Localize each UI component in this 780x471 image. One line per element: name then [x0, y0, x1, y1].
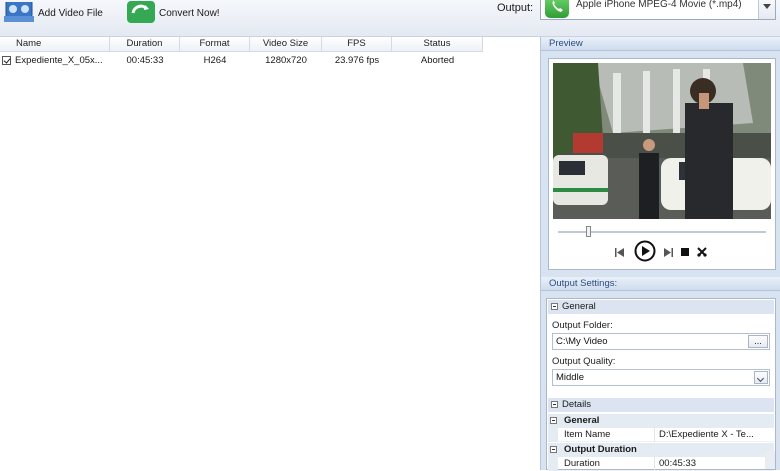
browse-button[interactable]: ... — [748, 335, 768, 348]
output-format-value: Apple iPhone MPEG-4 Movie (*.mp4) — [576, 0, 742, 10]
snapshot-icon[interactable] — [695, 244, 709, 260]
category-label: Output Duration — [564, 444, 637, 455]
output-quality-label: Output Quality: — [552, 356, 616, 367]
cell-fps: 23.976 fps — [334, 55, 380, 66]
details-group-label: Details — [562, 399, 592, 410]
output-quality-value: Middle — [556, 372, 584, 383]
output-folder-label: Output Folder: — [552, 320, 613, 331]
property-row-duration[interactable]: Duration 00:45:33 — [548, 457, 774, 471]
output-quality-select[interactable]: Middle — [552, 369, 770, 386]
output-settings-header: Output Settings: — [541, 277, 780, 291]
column-fps[interactable]: FPS — [322, 37, 392, 51]
convert-now-label: Convert Now! — [159, 7, 220, 19]
cell-duration: 00:45:33 — [126, 55, 164, 66]
property-key: Item Name — [564, 429, 611, 440]
right-panel: Preview Output Settings: General Output … — [540, 37, 780, 471]
file-list: Name Duration Format Video Size FPS Stat… — [0, 37, 540, 470]
property-value: 00:45:33 — [654, 457, 696, 471]
column-status[interactable]: Status — [392, 37, 483, 51]
column-name[interactable]: Name — [0, 37, 110, 51]
add-video-file-button[interactable]: Add Video File — [4, 0, 103, 26]
row-checkbox[interactable] — [2, 56, 11, 65]
column-video-size[interactable]: Video Size — [250, 37, 322, 51]
details-scrollbar[interactable] — [765, 451, 775, 469]
general-group-label: General — [562, 301, 596, 312]
details-category-general[interactable]: General — [548, 414, 774, 428]
property-key: Duration — [564, 458, 600, 469]
phone-icon — [545, 0, 569, 18]
property-row-item-name[interactable]: Item Name D:\Expediente X - Te... — [548, 428, 774, 442]
property-gutter — [548, 457, 558, 471]
collapse-icon[interactable] — [551, 401, 558, 408]
play-icon[interactable] — [633, 240, 657, 262]
output-format-select[interactable]: Apple iPhone MPEG-4 Movie (*.mp4) — [540, 0, 776, 20]
skip-back-icon[interactable] — [613, 244, 627, 260]
preview-box — [548, 58, 776, 270]
details-category-output-duration[interactable]: Output Duration — [548, 443, 774, 457]
cell-video-size: 1280x720 — [265, 55, 307, 66]
file-list-header: Name Duration Format Video Size FPS Stat… — [0, 37, 483, 52]
preview-header: Preview — [541, 37, 780, 51]
chevron-down-icon[interactable] — [754, 371, 768, 384]
details-group-header[interactable]: Details — [548, 398, 774, 412]
video-preview-frame — [553, 63, 771, 219]
cell-status: Aborted — [420, 55, 455, 66]
collapse-icon[interactable] — [550, 417, 557, 424]
general-group-header[interactable]: General — [548, 300, 774, 314]
cell-format: H264 — [203, 55, 227, 66]
property-gutter — [548, 428, 558, 442]
toolbar: Add Video File Convert Now! Output: Appl… — [0, 0, 780, 37]
output-folder-value: C:\My Video — [556, 336, 608, 347]
convert-arrows-icon — [127, 1, 155, 23]
video-frame-image — [553, 63, 771, 219]
convert-now-button[interactable]: Convert Now! — [126, 0, 220, 26]
category-label: General — [564, 415, 600, 426]
collapse-icon[interactable] — [551, 303, 558, 310]
table-row[interactable]: Expediente_X_05x... 00:45:33 H264 1280x7… — [0, 53, 483, 68]
property-value: D:\Expediente X - Te... — [654, 428, 754, 442]
add-video-file-label: Add Video File — [38, 7, 103, 19]
film-reel-icon — [4, 2, 34, 22]
output-folder-field[interactable]: C:\My Video ... — [552, 333, 770, 350]
column-format[interactable]: Format — [180, 37, 250, 51]
output-settings-box: General Output Folder: C:\My Video ... O… — [546, 298, 776, 471]
stop-icon[interactable] — [679, 244, 691, 260]
collapse-icon[interactable] — [550, 446, 557, 453]
column-duration[interactable]: Duration — [110, 37, 180, 51]
cell-name: Expediente_X_05x... — [15, 55, 103, 66]
chevron-down-icon[interactable] — [758, 0, 775, 19]
seek-thumb[interactable] — [586, 226, 591, 237]
skip-forward-icon[interactable] — [661, 244, 675, 260]
output-label: Output: — [497, 2, 534, 14]
